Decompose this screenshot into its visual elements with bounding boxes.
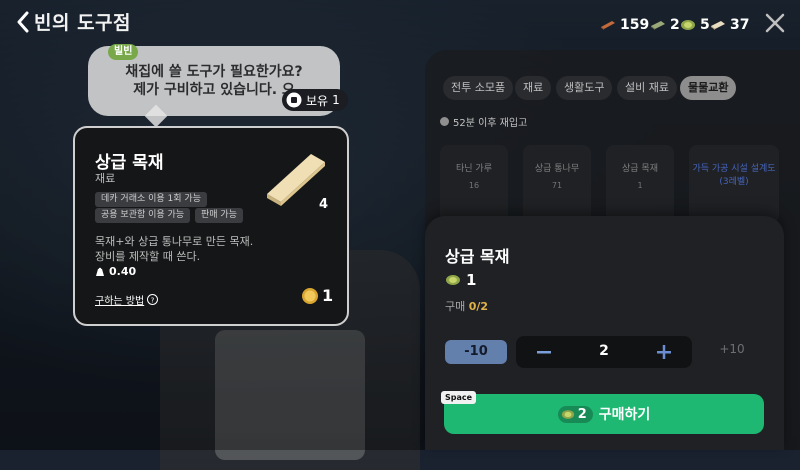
quantity-value: 2 <box>599 343 609 359</box>
shop-item-count: 16 <box>468 181 480 190</box>
item-weight-value: 0.40 <box>109 265 137 278</box>
buy-cost-pill: 2 <box>557 405 593 423</box>
item-desc-line-1: 목재+와 상급 통나무로 만든 목재. <box>95 235 254 248</box>
shop-item-count: 71 <box>551 181 563 190</box>
clock-icon <box>440 117 449 126</box>
shop-item-card[interactable]: 상급 통나무 71 <box>523 145 591 223</box>
shop-item-card-selected[interactable]: 상급 목재 1 <box>606 145 674 223</box>
help-icon: ? <box>147 294 159 305</box>
currency-bug: 5 <box>680 14 710 36</box>
shop-item-name: 상급 목재 <box>622 164 658 174</box>
bug-coin-icon <box>561 409 574 419</box>
buy-cost-value: 2 <box>577 406 587 422</box>
shop-item-card[interactable]: 타닌 가루 16 <box>440 145 508 223</box>
restock-timer: 52분 이후 재입고 <box>440 114 527 129</box>
item-description: 목재+와 상급 통나무로 만든 목재. 장비를 제작할 때 쓴다. <box>95 234 325 264</box>
tab-facility-materials[interactable]: 설비 재료 <box>617 76 677 100</box>
gold-coin-icon <box>302 287 318 304</box>
owned-count-pill: 보유 1 <box>282 89 348 111</box>
item-weight: 0.40 <box>95 265 136 278</box>
svg-text:?: ? <box>151 296 155 304</box>
item-tag: 판매 가능 <box>195 208 243 223</box>
close-icon <box>765 13 785 33</box>
currency-bar-value: 37 <box>730 17 750 33</box>
plus-icon <box>657 345 671 359</box>
minus-button[interactable] <box>534 341 554 363</box>
currency-bill: 2 <box>650 14 680 36</box>
purchase-limit-value: 0/2 <box>468 300 489 313</box>
close-button[interactable] <box>764 12 786 34</box>
owned-count: 1 <box>332 93 340 107</box>
tab-barter[interactable]: 물물교환 <box>680 76 737 100</box>
weight-icon <box>96 267 104 276</box>
item-quantity: 4 <box>319 197 329 212</box>
currency-bug-value: 5 <box>700 17 710 33</box>
how-to-obtain-link[interactable]: 구하는 방법 ? <box>95 292 159 307</box>
item-category: 재료 <box>95 172 116 185</box>
currency-bar: 37 <box>710 14 749 36</box>
currency-bill-value: 2 <box>670 17 680 33</box>
currency-wood: 159 <box>600 14 649 36</box>
chevron-left-icon <box>17 11 29 33</box>
plus-button[interactable] <box>654 341 674 363</box>
shop-item-count: 1 <box>637 181 643 190</box>
item-detail-card: 상급 목재 재료 데카 거래소 이용 1회 가능 공용 보관함 이용 가능 판매… <box>73 126 349 326</box>
shop-item-name: 가득 가공 시설 설계도(3레벨) <box>692 164 776 187</box>
shop-item-name: 상급 통나무 <box>534 164 580 174</box>
purchase-unit-price: 1 <box>445 271 476 289</box>
item-desc-line-2: 장비를 제작할 때 쓴다. <box>95 250 201 263</box>
quantity-stepper: 2 <box>516 336 692 368</box>
tab-life-tools[interactable]: 생활도구 <box>556 76 613 100</box>
item-tag: 공용 보관함 이용 가능 <box>95 208 191 223</box>
purchase-item-name: 상급 목재 <box>445 247 510 266</box>
npc-line-1: 채집에 쓸 도구가 필요한가요? <box>125 64 303 80</box>
tab-combat-consumables[interactable]: 전투 소모품 <box>443 76 514 100</box>
bug-coin-icon <box>446 275 460 285</box>
backpack-icon <box>286 92 302 108</box>
npc-name-tag: 빌빈 <box>108 44 139 60</box>
minus-10-button[interactable]: -10 <box>445 340 507 364</box>
buy-label: 구매하기 <box>598 407 651 423</box>
owned-label: 보유 <box>306 93 329 108</box>
item-price-value: 1 <box>322 286 334 305</box>
page-title: 빈의 도구점 <box>34 12 132 34</box>
item-price: 1 <box>301 286 333 305</box>
currency-wood-value: 159 <box>620 17 650 33</box>
purchase-limit: 구매 0/2 <box>445 298 488 314</box>
tab-materials[interactable]: 재료 <box>515 76 552 100</box>
shop-item-name: 타닌 가루 <box>456 164 492 174</box>
plus-10-button[interactable]: +10 <box>712 342 752 362</box>
item-tag: 데카 거래소 이용 1회 가능 <box>95 192 207 207</box>
minus-icon <box>537 351 551 354</box>
space-key-hint: Space <box>441 391 477 404</box>
purchase-limit-label: 구매 <box>445 300 466 313</box>
npc-line-2: 제가 구비하고 있습니다. 으 <box>133 82 295 98</box>
buy-button[interactable]: 2 구매하기 <box>444 394 764 434</box>
back-button[interactable] <box>12 9 34 35</box>
wood-plank-icon <box>601 21 615 30</box>
purchase-unit-price-value: 1 <box>466 271 477 289</box>
how-to-obtain-label: 구하는 방법 <box>95 296 145 307</box>
shop-item-card[interactable]: 가득 가공 시설 설계도(3레벨) <box>689 145 779 223</box>
bug-coin-icon <box>681 20 695 30</box>
bill-icon <box>651 21 665 30</box>
bar-icon <box>711 21 725 30</box>
restock-text: 52분 이후 재입고 <box>453 118 528 129</box>
